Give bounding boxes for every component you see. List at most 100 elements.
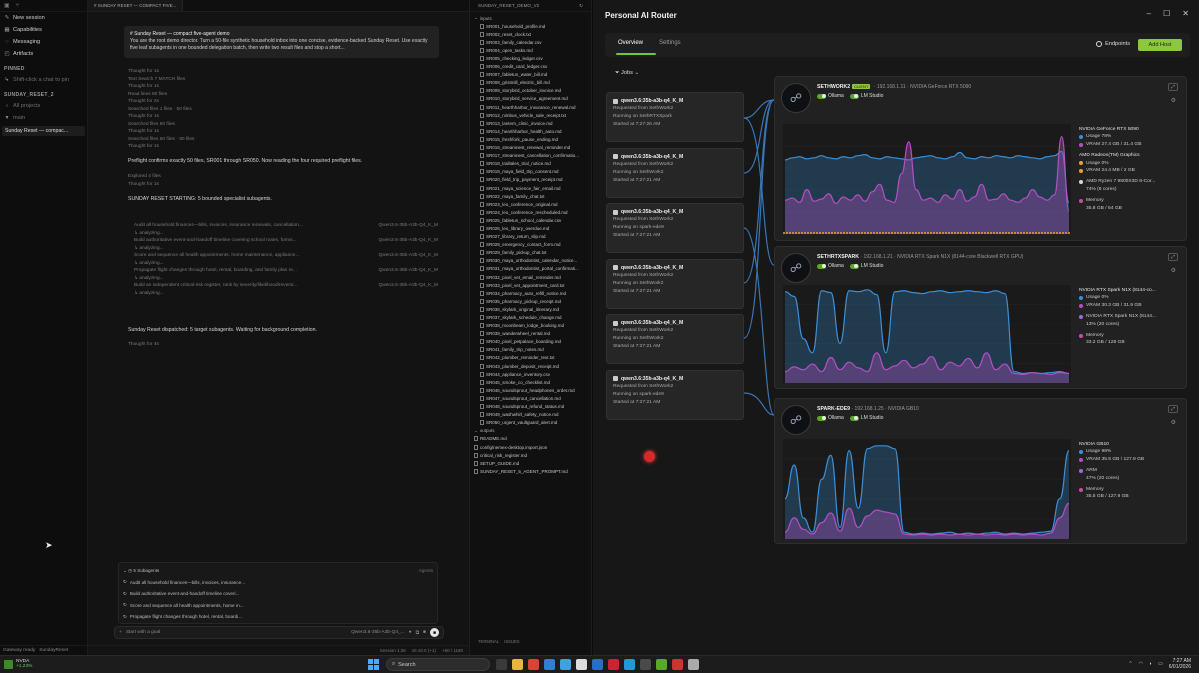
file-item[interactable]: SR012_nimbus_vehicle_sale_receipt.txt (470, 111, 591, 119)
folder-inputs[interactable]: ⌄ inputs (470, 14, 591, 22)
subagent-line[interactable]: ↳ analyzing... (128, 275, 438, 283)
file-item[interactable]: SR004_open_tasks.md (470, 46, 591, 54)
toggle-switch[interactable] (849, 93, 859, 99)
stock-widget[interactable]: NVDA +1.23% (4, 659, 32, 669)
file-item[interactable]: SR010_storybird_service_agreement.md (470, 95, 591, 103)
file-item[interactable]: SR015_freshfork_pause_ending.md (470, 135, 591, 143)
file-item[interactable]: SR021_maya_science_fair_email.md (470, 184, 591, 192)
sidebar-item-0[interactable]: ✎ New session (0, 12, 87, 24)
chat-tab[interactable]: # SUNDAY RESET — COMPACT FIVE... (88, 0, 184, 11)
subagent-row[interactable]: ↻ Score and sequence all health appointme… (123, 600, 433, 612)
file-item[interactable]: SUNDAY_RESET_5_AGENT_PROMPT.md (470, 467, 591, 475)
file-item[interactable]: SR016_streamnest_renewal_reminder.md (470, 144, 591, 152)
attach-icon[interactable]: ⧉ (416, 630, 419, 636)
file-item[interactable]: SR017_streamnest_cancellation_confirmati… (470, 152, 591, 160)
file-item[interactable]: SR009_storybird_october_invoice.md (470, 87, 591, 95)
file-item[interactable]: SR039_wanderwheel_rental.md (470, 330, 591, 338)
subagent-line[interactable]: ↳ analyzing... (128, 230, 438, 238)
file-item[interactable]: SR019_maya_field_trip_consent.md (470, 168, 591, 176)
vscode-icon[interactable] (624, 659, 635, 670)
file-item[interactable]: SR022_maya_family_chat.txt (470, 192, 591, 200)
host-menu-button[interactable]: ⤢ (1168, 253, 1178, 261)
active-thread[interactable]: Sunday Reset — compac... (2, 126, 85, 136)
subagent-row[interactable]: ↻ Build authoritative event-and-handoff t… (123, 588, 433, 600)
volume-icon[interactable]: ◗ (1149, 661, 1152, 667)
gear-icon[interactable]: ⚙ (1171, 419, 1176, 426)
chat-composer[interactable]: + Start with a goal Qwen3.6-35b-A3b-Q4_.… (114, 626, 444, 639)
toggle-0[interactable]: Ollama (817, 93, 844, 99)
toggle-1[interactable]: LM Studio (849, 263, 883, 269)
wifi-icon[interactable]: ◠ (1139, 661, 1143, 667)
sidebar-item-1[interactable]: ▦ Capabilities (0, 24, 87, 36)
job-card[interactable]: qwen3.6:35b-a3b-q4_K_M Requested from Set… (606, 314, 744, 364)
file-explorer-icon[interactable] (512, 659, 523, 670)
app-icon[interactable] (576, 659, 587, 670)
file-item[interactable]: SR013_lantern_clinic_invoice.md (470, 119, 591, 127)
taskbar-search[interactable]: ⌕ Search (386, 658, 490, 671)
file-item[interactable]: SR043_plumber_deposit_receipt.md (470, 362, 591, 370)
workspace-title[interactable]: SUNDAY_RESET_2 (0, 86, 87, 100)
panel-toggle-icon[interactable]: ▣ (4, 2, 10, 9)
file-item[interactable]: SR002_reset_clock.txt (470, 30, 591, 38)
file-item[interactable]: SR040_pixel_petpalace_boarding.md (470, 338, 591, 346)
file-item[interactable]: SR033_pixel_vet_appointment_card.txt (470, 281, 591, 289)
file-item[interactable]: SR045_smoke_co_checklist.md (470, 378, 591, 386)
file-item[interactable]: SR044_appliance_inventory.csv (470, 370, 591, 378)
composer-input[interactable]: Start with a goal (126, 630, 160, 635)
file-item[interactable]: SR050_urgent_vaultguard_alert.md (470, 419, 591, 427)
file-item[interactable]: critical_risk_register.md (470, 451, 591, 459)
toggle-0[interactable]: Ollama (817, 263, 844, 269)
toggle-switch[interactable] (817, 93, 826, 99)
file-item[interactable]: SR024_leo_conference_rescheduled.md (470, 208, 591, 216)
nvidia-icon[interactable] (656, 659, 667, 670)
job-card[interactable]: qwen3.6:35b-a3b-q4_K_M Requested from Set… (606, 258, 744, 309)
file-item[interactable]: SR025_fabletun_school_calendar.csv (470, 216, 591, 224)
toggle-switch[interactable] (849, 415, 859, 421)
subagent-line[interactable]: ↳ analyzing... (128, 245, 438, 253)
subagent-line[interactable]: Build authoritative event-and-handoff ti… (128, 237, 438, 245)
chrome-icon[interactable] (528, 659, 539, 670)
sidebar-item-2[interactable]: ◌ Messaging (0, 36, 87, 48)
file-item[interactable]: SR028_emergency_contact_form.md (470, 241, 591, 249)
file-item[interactable]: SR032_pixel_vet_email_reminder.md (470, 273, 591, 281)
file-item[interactable]: SETUP_GUIDE.md (470, 459, 591, 467)
host-menu-button[interactable]: ⤢ (1168, 83, 1178, 91)
file-item[interactable]: SR029_family_pickup_chat.txt (470, 249, 591, 257)
outlook-icon[interactable] (592, 659, 603, 670)
file-item[interactable]: config/nemex-desktop.import.json (470, 443, 591, 451)
send-button[interactable]: ■ (430, 628, 439, 637)
mic-icon[interactable]: ● (409, 630, 412, 635)
subagent-row[interactable]: ↻ Propagate flight changes through hotel,… (123, 611, 433, 623)
app-red-icon[interactable] (608, 659, 619, 670)
file-item[interactable]: SR026_leo_library_overdue.md (470, 224, 591, 232)
issues-tab[interactable]: ISSUES (504, 639, 519, 644)
start-button[interactable] (368, 659, 379, 670)
add-icon[interactable]: + (119, 630, 122, 635)
subagents-header[interactable]: ⌄ ◷ 5 Subagents Agents (123, 565, 433, 577)
file-item[interactable]: SR003_family_calendar.csv (470, 38, 591, 46)
file-item[interactable]: SR042_plumber_reminder_text.txt (470, 354, 591, 362)
app-red2-icon[interactable] (672, 659, 683, 670)
edge-icon[interactable] (544, 659, 555, 670)
file-item[interactable]: README.md (470, 435, 591, 443)
subagent-line[interactable]: ↳ analyzing... (128, 260, 438, 268)
toggle-switch[interactable] (817, 415, 826, 421)
file-item[interactable]: SR006_credit_card_ledger.csv (470, 63, 591, 71)
toggle-1[interactable]: LM Studio (849, 415, 883, 421)
file-item[interactable]: SR031_maya_orthodontist_portal_confirmat… (470, 265, 591, 273)
subagent-line[interactable]: Score and sequence all health appointmen… (128, 252, 438, 260)
file-item[interactable]: SR048_soundsprout_refund_status.md (470, 403, 591, 411)
file-item[interactable]: SR020_field_trip_payment_receipt.md (470, 176, 591, 184)
task-view-icon[interactable] (496, 659, 507, 670)
file-item[interactable]: SR046_soundsprout_headphones_order.md (470, 386, 591, 394)
gear-icon[interactable]: ⚙ (1171, 267, 1176, 274)
stop-icon[interactable]: ■ (423, 630, 426, 635)
file-item[interactable]: SR036_skylark_original_itinerary.md (470, 305, 591, 313)
subagent-line[interactable]: Build an independent critical-risk regis… (128, 282, 438, 290)
branch-icon[interactable]: ⑂ (16, 3, 20, 9)
clock[interactable]: 7:27 AM 6/01/2026 (1169, 658, 1191, 670)
job-card[interactable]: qwen3.6:35b-a3b-q4_K_M Requested from Set… (606, 147, 744, 198)
refresh-icon[interactable]: ↻ (579, 3, 583, 9)
battery-icon[interactable]: ▭ (1158, 661, 1163, 667)
toggle-1[interactable]: LM Studio (849, 93, 883, 99)
